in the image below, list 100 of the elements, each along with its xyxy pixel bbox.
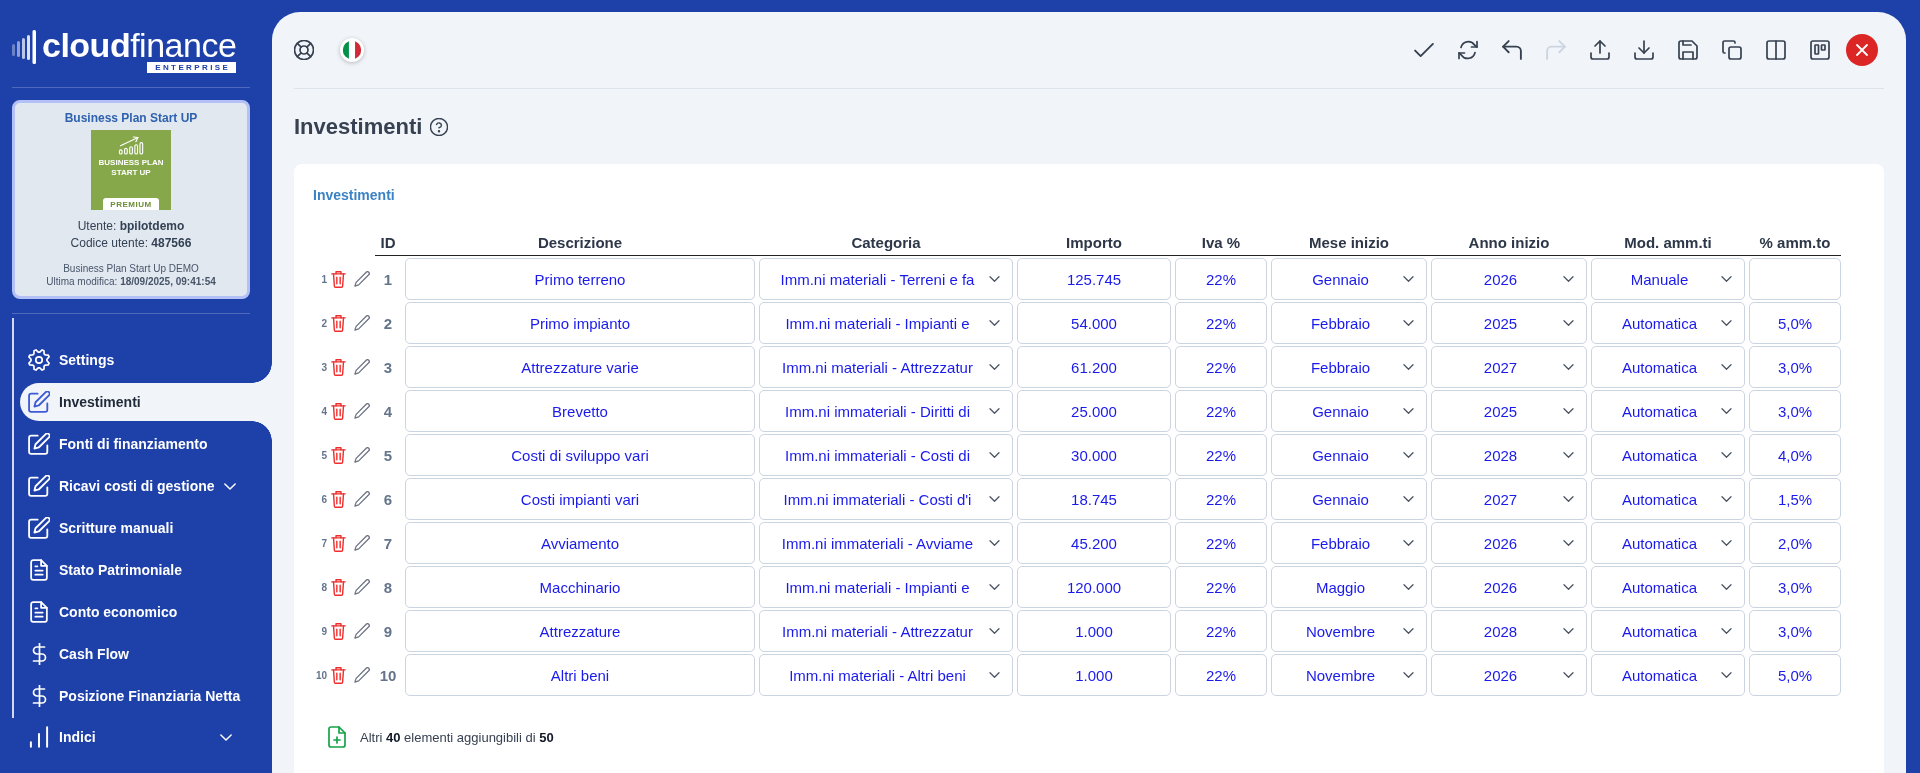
pencil-icon[interactable] bbox=[354, 403, 370, 419]
category-select[interactable]: Imm.ni materiali - Terreni e fa bbox=[759, 258, 1013, 300]
month-select[interactable]: Gennaio bbox=[1271, 390, 1427, 432]
depreciation-rate-field[interactable]: 1,5% bbox=[1749, 478, 1841, 520]
pencil-icon[interactable] bbox=[354, 315, 370, 331]
category-select[interactable]: Imm.ni immateriali - Avviame bbox=[759, 522, 1013, 564]
amount-field[interactable]: 45.200 bbox=[1017, 522, 1171, 564]
year-select[interactable]: 2028 bbox=[1431, 610, 1587, 652]
depreciation-rate-field[interactable]: 5,0% bbox=[1749, 654, 1841, 696]
menu-item[interactable]: Conto economico bbox=[20, 593, 272, 631]
month-select[interactable]: Maggio bbox=[1271, 566, 1427, 608]
trash-icon[interactable] bbox=[331, 446, 346, 464]
depreciation-rate-field[interactable]: 5,0% bbox=[1749, 302, 1841, 344]
vat-field[interactable]: 22% bbox=[1175, 522, 1267, 564]
amount-field[interactable]: 25.000 bbox=[1017, 390, 1171, 432]
trash-icon[interactable] bbox=[331, 490, 346, 508]
category-select[interactable]: Imm.ni materiali - Impianti e bbox=[759, 566, 1013, 608]
amount-field[interactable]: 1.000 bbox=[1017, 610, 1171, 652]
depreciation-rate-field[interactable]: 2,0% bbox=[1749, 522, 1841, 564]
depreciation-mode-select[interactable]: Automatica bbox=[1591, 434, 1745, 476]
menu-item[interactable]: Fonti di finanziamento bbox=[20, 425, 272, 463]
year-select[interactable]: 2028 bbox=[1431, 434, 1587, 476]
pencil-icon[interactable] bbox=[354, 447, 370, 463]
description-field[interactable]: Macchinario bbox=[405, 566, 755, 608]
category-select[interactable]: Imm.ni materiali - Impianti e bbox=[759, 302, 1013, 344]
menu-item[interactable]: Ricavi costi di gestione bbox=[20, 467, 272, 505]
description-field[interactable]: Brevetto bbox=[405, 390, 755, 432]
year-select[interactable]: 2025 bbox=[1431, 302, 1587, 344]
description-field[interactable]: Primo impianto bbox=[405, 302, 755, 344]
depreciation-mode-select[interactable]: Automatica bbox=[1591, 610, 1745, 652]
trash-icon[interactable] bbox=[331, 358, 346, 376]
year-select[interactable]: 2026 bbox=[1431, 522, 1587, 564]
depreciation-rate-field[interactable] bbox=[1749, 258, 1841, 300]
depreciation-mode-select[interactable]: Manuale bbox=[1591, 258, 1745, 300]
pencil-icon[interactable] bbox=[354, 623, 370, 639]
month-select[interactable]: Febbraio bbox=[1271, 522, 1427, 564]
vat-field[interactable]: 22% bbox=[1175, 346, 1267, 388]
amount-field[interactable]: 61.200 bbox=[1017, 346, 1171, 388]
month-select[interactable]: Gennaio bbox=[1271, 478, 1427, 520]
trash-icon[interactable] bbox=[331, 402, 346, 420]
depreciation-mode-select[interactable]: Automatica bbox=[1591, 390, 1745, 432]
pencil-icon[interactable] bbox=[354, 271, 370, 287]
save-icon[interactable] bbox=[1678, 40, 1698, 60]
upload-icon[interactable] bbox=[1590, 40, 1610, 60]
depreciation-mode-select[interactable]: Automatica bbox=[1591, 522, 1745, 564]
pencil-icon[interactable] bbox=[354, 667, 370, 683]
year-select[interactable]: 2026 bbox=[1431, 654, 1587, 696]
vat-field[interactable]: 22% bbox=[1175, 478, 1267, 520]
trash-icon[interactable] bbox=[331, 578, 346, 596]
columns-icon[interactable] bbox=[1766, 40, 1786, 60]
close-icon[interactable] bbox=[1846, 34, 1878, 66]
menu-item[interactable]: Posizione Finanziaria Netta bbox=[20, 677, 272, 715]
description-field[interactable]: Avviamento bbox=[405, 522, 755, 564]
trash-icon[interactable] bbox=[331, 270, 346, 288]
trash-icon[interactable] bbox=[331, 666, 346, 684]
lifebuoy-icon[interactable] bbox=[294, 40, 314, 60]
vat-field[interactable]: 22% bbox=[1175, 610, 1267, 652]
month-select[interactable]: Novembre bbox=[1271, 654, 1427, 696]
depreciation-mode-select[interactable]: Automatica bbox=[1591, 302, 1745, 344]
pencil-icon[interactable] bbox=[354, 579, 370, 595]
menu-item[interactable]: Stato Patrimoniale bbox=[20, 551, 272, 589]
description-field[interactable]: Attrezzature varie bbox=[405, 346, 755, 388]
flag-icon[interactable] bbox=[340, 38, 364, 62]
menu-item[interactable]: Indici bbox=[20, 718, 272, 756]
vat-field[interactable]: 22% bbox=[1175, 258, 1267, 300]
depreciation-rate-field[interactable]: 3,0% bbox=[1749, 566, 1841, 608]
description-field[interactable]: Primo terreno bbox=[405, 258, 755, 300]
help-icon[interactable] bbox=[430, 117, 449, 136]
year-select[interactable]: 2026 bbox=[1431, 258, 1587, 300]
vat-field[interactable]: 22% bbox=[1175, 302, 1267, 344]
month-select[interactable]: Febbraio bbox=[1271, 302, 1427, 344]
vat-field[interactable]: 22% bbox=[1175, 654, 1267, 696]
description-field[interactable]: Altri beni bbox=[405, 654, 755, 696]
depreciation-rate-field[interactable]: 3,0% bbox=[1749, 346, 1841, 388]
month-select[interactable]: Febbraio bbox=[1271, 346, 1427, 388]
description-field[interactable]: Costi impianti vari bbox=[405, 478, 755, 520]
trash-icon[interactable] bbox=[331, 534, 346, 552]
year-select[interactable]: 2027 bbox=[1431, 478, 1587, 520]
description-field[interactable]: Costi di sviluppo vari bbox=[405, 434, 755, 476]
depreciation-rate-field[interactable]: 4,0% bbox=[1749, 434, 1841, 476]
board-icon[interactable] bbox=[1810, 40, 1830, 60]
amount-field[interactable]: 30.000 bbox=[1017, 434, 1171, 476]
depreciation-rate-field[interactable]: 3,0% bbox=[1749, 610, 1841, 652]
category-select[interactable]: Imm.ni immateriali - Costi d'i bbox=[759, 478, 1013, 520]
pencil-icon[interactable] bbox=[354, 359, 370, 375]
trash-icon[interactable] bbox=[331, 622, 346, 640]
vat-field[interactable]: 22% bbox=[1175, 390, 1267, 432]
depreciation-rate-field[interactable]: 3,0% bbox=[1749, 390, 1841, 432]
depreciation-mode-select[interactable]: Automatica bbox=[1591, 654, 1745, 696]
trash-icon[interactable] bbox=[331, 314, 346, 332]
category-select[interactable]: Imm.ni materiali - Attrezzatur bbox=[759, 346, 1013, 388]
month-select[interactable]: Gennaio bbox=[1271, 434, 1427, 476]
category-select[interactable]: Imm.ni materiali - Altri beni bbox=[759, 654, 1013, 696]
pencil-icon[interactable] bbox=[354, 535, 370, 551]
vat-field[interactable]: 22% bbox=[1175, 434, 1267, 476]
copy-icon[interactable] bbox=[1722, 40, 1742, 60]
depreciation-mode-select[interactable]: Automatica bbox=[1591, 346, 1745, 388]
year-select[interactable]: 2026 bbox=[1431, 566, 1587, 608]
undo-icon[interactable] bbox=[1502, 40, 1522, 60]
amount-field[interactable]: 125.745 bbox=[1017, 258, 1171, 300]
